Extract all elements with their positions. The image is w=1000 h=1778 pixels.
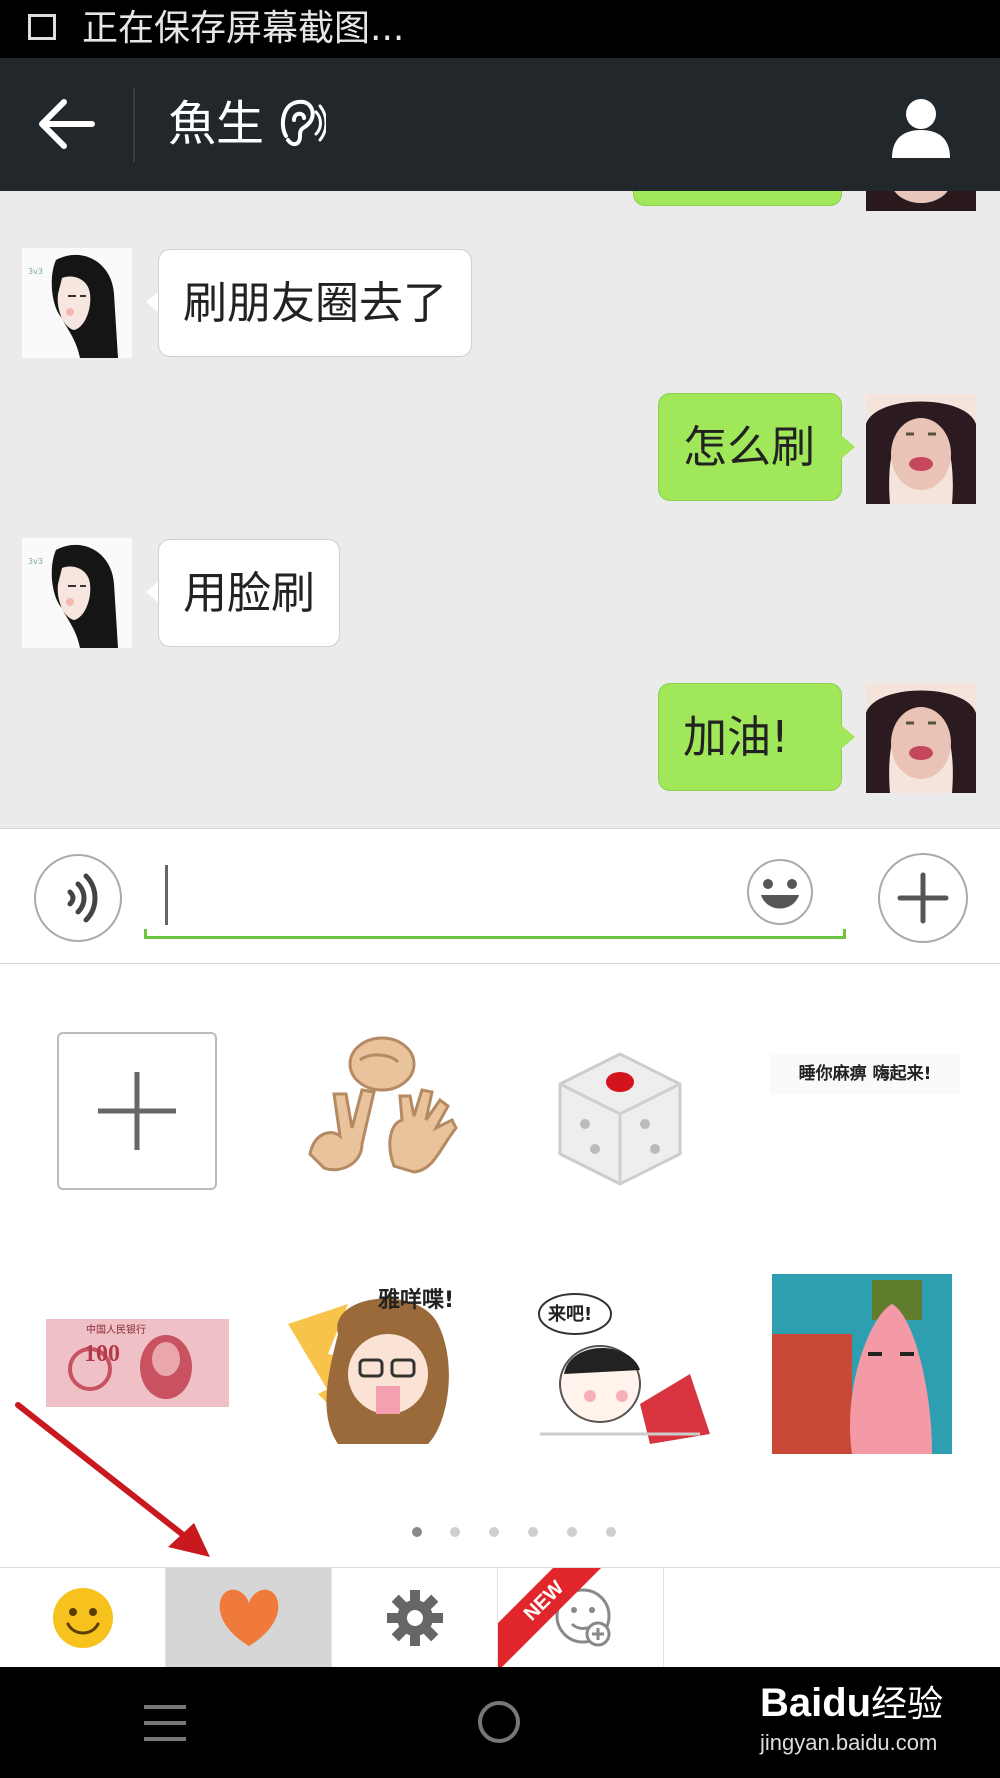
banknote-value: 100 [84, 1341, 120, 1367]
image-icon [28, 14, 56, 40]
voice-icon [67, 873, 98, 923]
friend-avatar[interactable]: 3v3 [22, 538, 132, 648]
yamie-sticker[interactable]: 雅咩喋! [288, 1274, 468, 1459]
home-icon[interactable] [476, 1699, 522, 1745]
system-nav-bar: Baidu经验 jingyan.baidu.com [0, 1667, 1000, 1778]
watermark-url: jingyan.baidu.com [760, 1730, 938, 1755]
banknote-sticker[interactable]: 100 中国人民银行 [46, 1319, 229, 1407]
header-divider [133, 88, 135, 162]
my-avatar[interactable] [866, 683, 976, 793]
sleep-text-sticker[interactable]: 睡你麻痹 嗨起来! [770, 1054, 960, 1094]
baidu-watermark: Baidu经验 jingyan.baidu.com [760, 1679, 943, 1758]
message-input[interactable] [144, 851, 846, 939]
tab-settings[interactable] [332, 1568, 498, 1668]
svg-text:3v3: 3v3 [28, 557, 43, 566]
patrick-star-sticker[interactable] [772, 1274, 952, 1454]
gear-icon [387, 1590, 443, 1646]
back-arrow-icon[interactable] [30, 88, 102, 160]
laiba-sticker[interactable]: 来吧! [530, 1284, 720, 1464]
text-caret [165, 865, 168, 925]
watermark-brand: Baidu [760, 1681, 872, 1725]
emoji-tab-bar: NEW [0, 1567, 1000, 1668]
sticker-text: 睡你麻痹 嗨起来! [798, 1064, 932, 1084]
chat-header: 魚生 [0, 58, 1000, 191]
dice-sticker[interactable] [530, 1024, 710, 1204]
message-text: 刷朋友圈去了 [183, 278, 447, 329]
heart-icon [219, 1589, 279, 1646]
tab-favorites[interactable] [166, 1568, 332, 1668]
emoji-toggle-icon[interactable] [745, 857, 815, 927]
my-avatar[interactable] [866, 191, 976, 211]
message-bubble[interactable]: 加油! [658, 683, 842, 791]
annotation-arrow [15, 1402, 210, 1557]
status-text: 正在保存屏幕截图... [82, 8, 405, 49]
banknote-bank: 中国人民银行 [86, 1325, 146, 1336]
more-options-button[interactable] [878, 853, 968, 943]
sticker-text: 来吧! [548, 1304, 593, 1325]
message-bubble[interactable]: 怎么刷 [658, 393, 842, 501]
menu-icon[interactable] [140, 1701, 190, 1745]
friend-avatar[interactable]: 3v3 [22, 248, 132, 358]
partial-message-bubble [633, 191, 842, 206]
watermark-brand-cn: 经验 [871, 1683, 944, 1724]
profile-icon[interactable] [888, 94, 954, 160]
add-sticker-button[interactable] [57, 1032, 217, 1190]
input-bar [0, 828, 1000, 964]
voice-input-button[interactable] [34, 854, 122, 942]
tab-sticker-store[interactable]: NEW [498, 1568, 664, 1668]
message-text: 用脸刷 [183, 568, 315, 619]
page-indicator [412, 1527, 622, 1539]
message-bubble[interactable]: 刷朋友圈去了 [158, 249, 472, 357]
ear-icon [280, 99, 326, 147]
sticker-text: 雅咩喋! [378, 1288, 455, 1313]
tab-emoji[interactable] [0, 1568, 166, 1668]
message-text: 加油! [683, 712, 789, 763]
rock-paper-scissors-sticker[interactable] [290, 1024, 470, 1204]
my-avatar[interactable] [866, 394, 976, 504]
plus-icon [98, 1072, 176, 1150]
smiley-icon [53, 1588, 113, 1648]
plus-icon [897, 872, 949, 924]
message-list[interactable]: 3v3 刷朋友圈去了 怎么刷 3v3 用脸刷 加油! [0, 191, 1000, 828]
status-bar: 正在保存屏幕截图... [0, 0, 1000, 58]
message-bubble[interactable]: 用脸刷 [158, 539, 340, 647]
svg-text:3v3: 3v3 [28, 267, 43, 276]
message-text: 怎么刷 [683, 422, 815, 473]
chat-title: 魚生 [168, 96, 265, 152]
